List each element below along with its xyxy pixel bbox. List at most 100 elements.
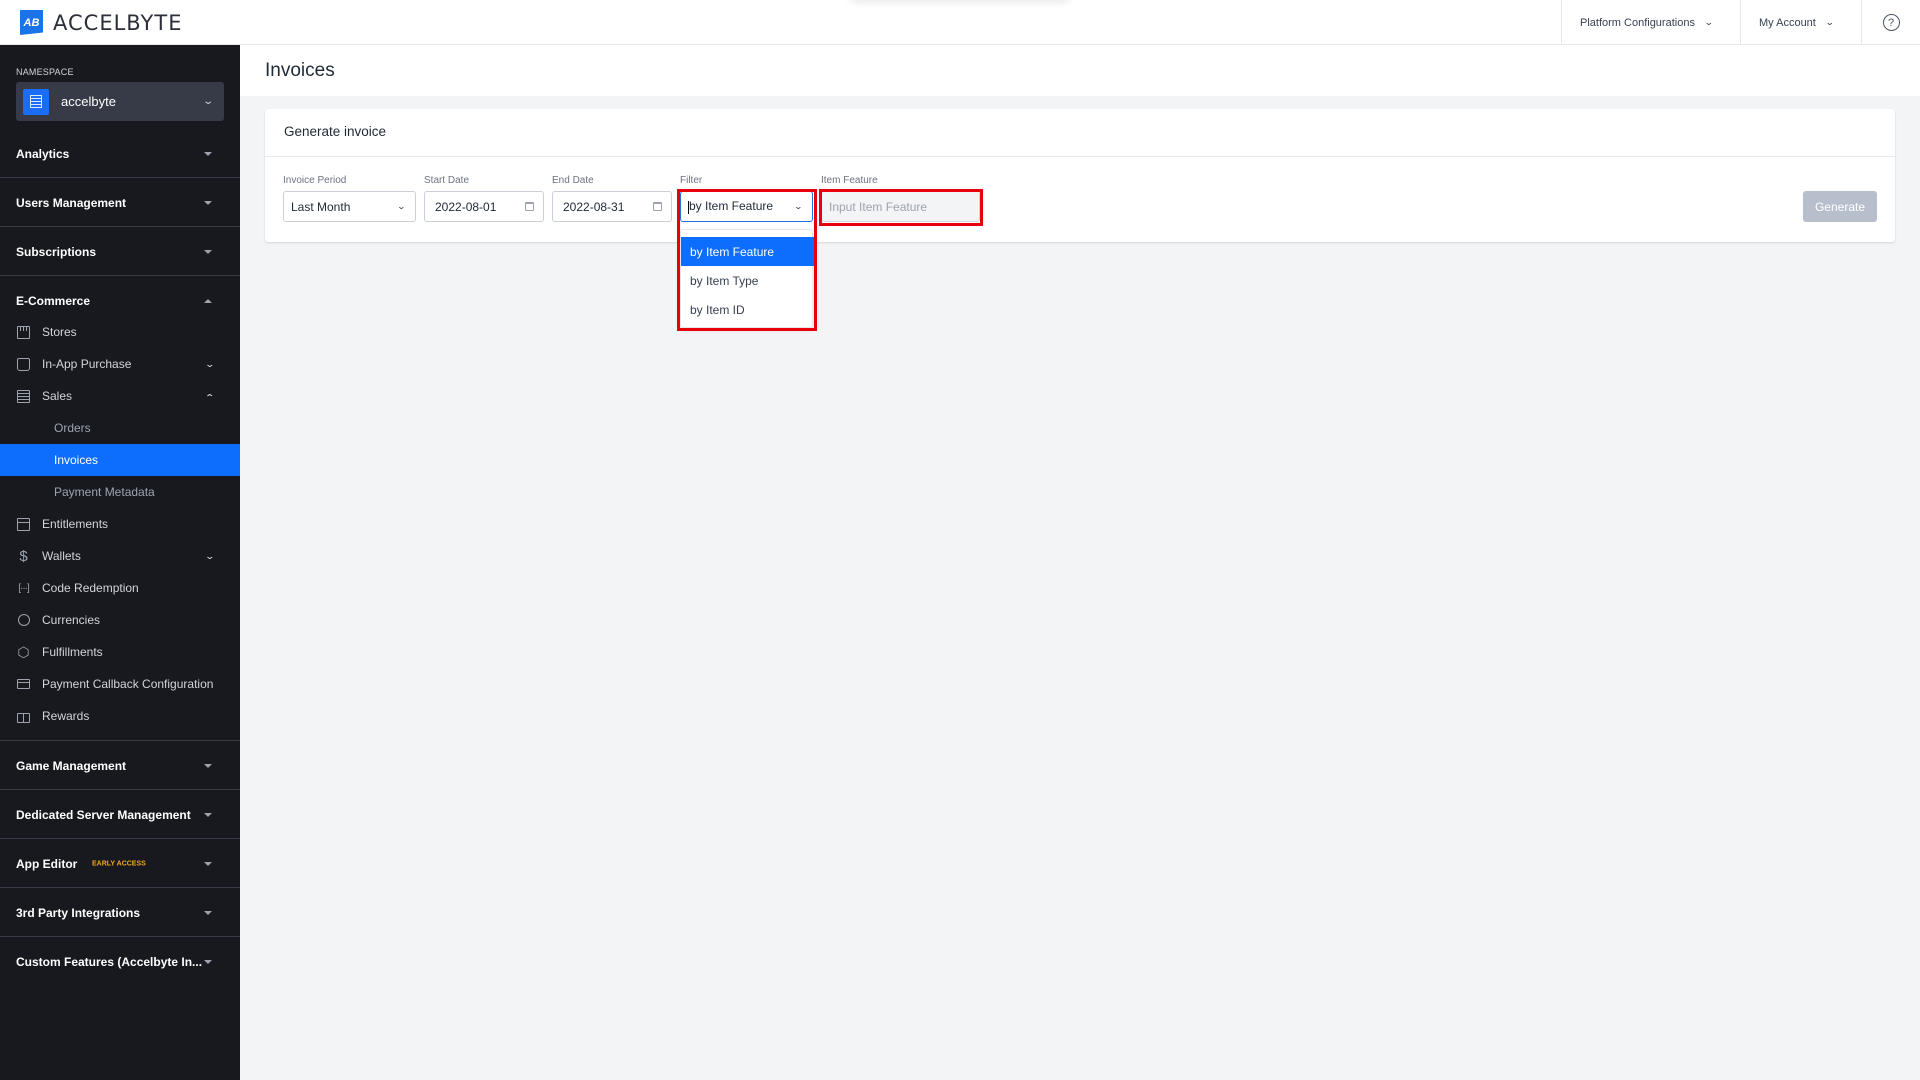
- sidebar-item-label: In-App Purchase: [42, 357, 132, 371]
- filter-option-item-type[interactable]: by Item Type: [681, 266, 814, 295]
- sidebar-section-custom-features[interactable]: Custom Features (Accelbyte In...: [0, 937, 240, 986]
- end-date-value: 2022-08-31: [563, 199, 625, 214]
- invoice-period-label: Invoice Period: [283, 175, 347, 186]
- accelbyte-logo-icon: AB: [20, 10, 43, 35]
- top-nav: Platform Configurations ⌄ My Account ⌄ ?: [1561, 0, 1920, 45]
- chevron-down-icon: ⌄: [1824, 17, 1835, 27]
- end-date-picker[interactable]: 2022-08-31: [552, 191, 672, 222]
- help-icon: ?: [1882, 14, 1900, 31]
- item-feature-label: Item Feature: [821, 175, 878, 186]
- generate-button[interactable]: Generate: [1803, 191, 1877, 222]
- sidebar-item-rewards[interactable]: Rewards: [0, 700, 240, 732]
- section-label: Game Management: [16, 758, 127, 773]
- section-label: Dedicated Server Management: [16, 807, 191, 822]
- divider: [265, 156, 1895, 157]
- sidebar-section-analytics[interactable]: Analytics: [0, 129, 240, 178]
- sidebar-item-payment-metadata[interactable]: Payment Metadata: [0, 476, 240, 508]
- start-date-value: 2022-08-01: [435, 199, 497, 214]
- my-account-menu[interactable]: My Account ⌄: [1740, 0, 1861, 45]
- chevron-down-icon: ⌄: [396, 202, 407, 211]
- namespace-label: NAMESPACE: [16, 67, 74, 77]
- chevron-down-icon: ⌄: [793, 202, 804, 211]
- gift-icon: [16, 709, 31, 724]
- sidebar-section-dedicated-server-management[interactable]: Dedicated Server Management: [0, 790, 240, 839]
- sidebar-item-sales[interactable]: Sales ⌄: [0, 380, 240, 412]
- sidebar-item-payment-callback-configuration[interactable]: Payment Callback Configuration: [0, 668, 240, 700]
- calendar-icon: [653, 202, 662, 211]
- filter-label: Filter: [680, 175, 703, 186]
- early-access-badge: EARLY ACCESS: [92, 860, 146, 867]
- sidebar-item-label: Rewards: [42, 709, 90, 723]
- card-title: Generate invoice: [284, 124, 387, 139]
- sidebar-item-label: Payment Callback Configuration: [42, 677, 214, 691]
- caret-down-icon: [204, 249, 212, 254]
- generate-invoice-card: Generate invoice Invoice Period Last Mon…: [265, 109, 1895, 242]
- sidebar-item-currencies[interactable]: Currencies: [0, 604, 240, 636]
- sidebar-section-3rd-party-integrations[interactable]: 3rd Party Integrations: [0, 888, 240, 937]
- sidebar-item-label: Currencies: [42, 613, 101, 627]
- sidebar-item-label: Orders: [54, 421, 91, 435]
- sidebar: NAMESPACE accelbyte ⌄ Analytics Users Ma…: [0, 45, 240, 1080]
- sidebar-section-subscriptions[interactable]: Subscriptions: [0, 227, 240, 276]
- archive-icon: [16, 517, 31, 532]
- my-account-label: My Account: [1759, 16, 1816, 29]
- page-header: Invoices: [240, 45, 1920, 96]
- start-date-picker[interactable]: 2022-08-01: [424, 191, 544, 222]
- caret-down-icon: [204, 812, 212, 817]
- sidebar-item-fulfillments[interactable]: ⬡ Fulfillments: [0, 636, 240, 668]
- section-label: Analytics: [16, 146, 70, 161]
- filter-dropdown-menu: by Item Feature by Item Type by Item ID: [680, 229, 814, 328]
- sidebar-section-app-editor[interactable]: App Editor EARLY ACCESS: [0, 839, 240, 888]
- sidebar-section-game-management[interactable]: Game Management: [0, 741, 240, 790]
- filter-select[interactable]: by Item Feature ⌄: [680, 191, 813, 222]
- filter-option-item-feature[interactable]: by Item Feature: [681, 237, 814, 266]
- sidebar-section-users-management[interactable]: Users Management: [0, 178, 240, 227]
- caret-up-icon: [204, 298, 212, 303]
- sidebar-item-orders[interactable]: Orders: [0, 412, 240, 444]
- invoice-period-value: Last Month: [291, 199, 351, 214]
- sidebar-item-label: Invoices: [54, 453, 99, 467]
- building-icon: [23, 88, 49, 115]
- start-date-label: Start Date: [424, 175, 470, 186]
- section-label: App Editor: [16, 856, 78, 871]
- sidebar-item-label: Code Redemption: [42, 581, 139, 595]
- shopping-bag-icon: [16, 357, 31, 372]
- store-icon: [16, 325, 31, 340]
- sidebar-item-label: Payment Metadata: [54, 485, 155, 499]
- sidebar-item-in-app-purchase[interactable]: In-App Purchase ⌄: [0, 348, 240, 380]
- invoice-period-select[interactable]: Last Month ⌄: [283, 191, 416, 222]
- sidebar-item-wallets[interactable]: $ Wallets ⌄: [0, 540, 240, 572]
- sidebar-item-label: Wallets: [42, 549, 81, 563]
- top-header: AB ACCELBYTE Platform Configurations ⌄ M…: [0, 0, 1920, 45]
- filter-value-wrap: by Item Feature: [688, 199, 795, 214]
- section-label: Users Management: [16, 195, 127, 210]
- sidebar-item-entitlements[interactable]: Entitlements: [0, 508, 240, 540]
- sidebar-item-stores[interactable]: Stores: [0, 316, 240, 348]
- caret-down-icon: [204, 861, 212, 866]
- help-button[interactable]: ?: [1861, 0, 1920, 45]
- filter-option-item-id[interactable]: by Item ID: [681, 295, 814, 324]
- sidebar-item-code-redemption[interactable]: [···] Code Redemption: [0, 572, 240, 604]
- end-date-label: End Date: [552, 175, 594, 186]
- section-label: 3rd Party Integrations: [16, 905, 141, 920]
- sidebar-item-invoices[interactable]: Invoices: [0, 444, 240, 476]
- code-icon: [···]: [18, 582, 30, 594]
- item-feature-placeholder: Input Item Feature: [829, 199, 928, 214]
- chevron-down-icon: ⌄: [1703, 17, 1714, 27]
- filter-value: by Item Feature: [689, 199, 774, 214]
- caret-down-icon: [204, 910, 212, 915]
- calendar-icon: [525, 202, 534, 211]
- section-label: Subscriptions: [16, 244, 97, 259]
- chevron-down-icon: ⌄: [204, 550, 216, 561]
- platform-configurations-menu[interactable]: Platform Configurations ⌄: [1561, 0, 1740, 45]
- namespace-select[interactable]: accelbyte ⌄: [16, 82, 224, 121]
- chevron-up-icon: ⌄: [204, 391, 216, 402]
- chevron-down-icon: ⌄: [204, 358, 216, 369]
- chevron-down-icon: ⌄: [201, 96, 214, 107]
- item-feature-input[interactable]: Input Item Feature: [821, 191, 980, 222]
- receipt-icon: [16, 389, 31, 404]
- credit-card-icon: [16, 677, 31, 692]
- namespace-value: accelbyte: [61, 94, 116, 109]
- brand-logo[interactable]: AB ACCELBYTE: [20, 10, 182, 35]
- section-label: E-Commerce: [16, 293, 91, 308]
